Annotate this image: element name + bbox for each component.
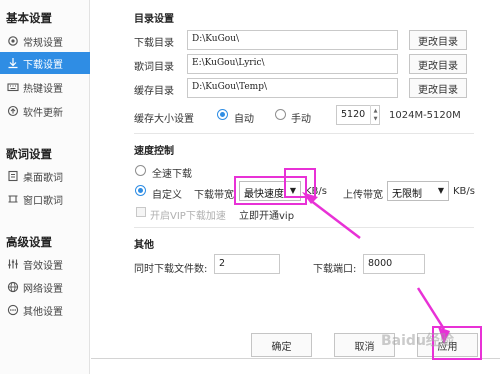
cache-size-label: 缓存大小设置 — [134, 114, 194, 125]
change-download-dir-button[interactable]: 更改目录 — [409, 30, 467, 50]
cache-auto-label: 自动 — [234, 114, 254, 125]
change-cache-dir-button[interactable]: 更改目录 — [409, 78, 467, 98]
speed-section-title: 速度控制 — [134, 146, 174, 157]
cache-size-spinner[interactable]: ▲ ▼ — [370, 105, 380, 125]
section-divider — [134, 133, 474, 134]
sidebar-section-lyrics: 歌词设置 — [6, 147, 52, 161]
sidebar-item-label: 下载设置 — [23, 59, 63, 71]
dropdown-arrow-highlight — [284, 168, 316, 198]
sidebar-item-network[interactable]: 网络设置 — [0, 276, 90, 298]
custom-speed-label: 自定义 — [152, 190, 182, 201]
cache-dir-label: 缓存目录 — [134, 86, 174, 97]
cache-range-text: 1024M-5120M — [389, 110, 461, 121]
update-icon — [6, 105, 19, 118]
sidebar-item-label: 网络设置 — [23, 283, 63, 295]
desktop-lyric-icon — [6, 170, 19, 183]
full-speed-radio[interactable] — [135, 165, 146, 176]
sidebar-item-label: 常规设置 — [23, 37, 63, 49]
spin-up-icon: ▲ — [373, 108, 378, 114]
ok-button[interactable]: 确定 — [251, 333, 312, 357]
cache-dir-field[interactable]: D:\KuGou\Temp\ — [187, 78, 398, 98]
vip-accelerate-label: 开启VIP下载加速 — [150, 211, 226, 222]
gear-icon — [6, 35, 19, 48]
upload-bandwidth-select[interactable]: 无限制 ▼ — [387, 181, 449, 201]
sidebar-item-update[interactable]: 软件更新 — [0, 100, 90, 122]
sidebar-section-advanced: 高级设置 — [6, 235, 52, 249]
cache-manual-label: 手动 — [291, 114, 311, 125]
watermark: Baidu经验 — [381, 333, 454, 349]
other-section-title: 其他 — [134, 240, 154, 251]
sidebar-item-label: 其他设置 — [23, 306, 63, 318]
sidebar-item-label: 热键设置 — [23, 83, 63, 95]
sidebar-item-general[interactable]: 常规设置 — [0, 30, 90, 52]
lyric-dir-label: 歌词目录 — [134, 62, 174, 73]
spin-down-icon: ▼ — [373, 116, 378, 122]
section-divider — [134, 227, 474, 228]
sidebar-item-window-lyric[interactable]: 窗口歌词 — [0, 188, 90, 210]
sidebar-section-basic: 基本设置 — [6, 11, 52, 25]
cache-auto-radio[interactable] — [217, 109, 228, 120]
cache-manual-radio[interactable] — [275, 109, 286, 120]
custom-speed-radio[interactable] — [135, 185, 146, 196]
network-icon — [6, 281, 19, 294]
window-lyric-icon — [6, 193, 19, 206]
settings-sidebar: 基本设置 常规设置 下载设置 热键设置 软件更新 歌词设置 桌面歌词 窗口歌词 … — [0, 0, 90, 374]
concurrent-downloads-label: 同时下载文件数: — [134, 264, 208, 275]
download-bandwidth-label: 下载带宽 — [194, 190, 234, 201]
chevron-down-icon: ▼ — [437, 186, 444, 195]
equalizer-icon — [6, 258, 19, 271]
open-vip-link[interactable]: 立即开通vip — [239, 207, 294, 222]
sidebar-item-other[interactable]: 其他设置 — [0, 299, 90, 321]
sidebar-item-desktop-lyric[interactable]: 桌面歌词 — [0, 165, 90, 187]
upload-bandwidth-unit: KB/s — [453, 186, 475, 197]
sidebar-item-label: 桌面歌词 — [23, 172, 63, 184]
lyric-dir-field[interactable]: E:\KuGou\Lyric\ — [187, 54, 398, 74]
directory-section-title: 目录设置 — [134, 14, 174, 25]
download-dir-field[interactable]: D:\KuGou\ — [187, 30, 398, 50]
concurrent-downloads-input[interactable]: 2 — [214, 254, 280, 274]
download-icon — [6, 57, 19, 70]
upload-bandwidth-value: 无限制 — [392, 189, 422, 200]
sidebar-item-sound-effect[interactable]: 音效设置 — [0, 253, 90, 275]
full-speed-label: 全速下载 — [152, 169, 192, 180]
download-dir-label: 下载目录 — [134, 38, 174, 49]
sidebar-item-label: 窗口歌词 — [23, 195, 63, 207]
download-port-label: 下载端口: — [313, 264, 357, 275]
upload-bandwidth-label: 上传带宽 — [343, 190, 383, 201]
vip-accelerate-checkbox[interactable] — [136, 207, 146, 217]
more-icon — [6, 304, 19, 317]
download-port-input[interactable]: 8000 — [363, 254, 425, 274]
keyboard-icon — [6, 81, 19, 94]
sidebar-item-label: 软件更新 — [23, 107, 63, 119]
change-lyric-dir-button[interactable]: 更改目录 — [409, 54, 467, 74]
sidebar-item-hotkey[interactable]: 热键设置 — [0, 76, 90, 98]
sidebar-item-download[interactable]: 下载设置 — [0, 52, 90, 74]
sidebar-item-label: 音效设置 — [23, 260, 63, 272]
